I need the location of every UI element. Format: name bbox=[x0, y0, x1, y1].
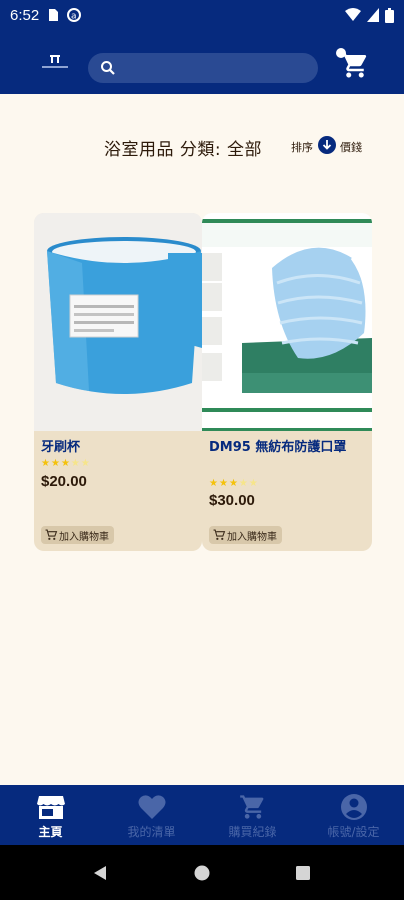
nav-label: 我的清單 bbox=[127, 825, 176, 839]
product-price: $30.00 bbox=[209, 492, 255, 509]
nav-home[interactable]: 主頁 bbox=[0, 785, 101, 845]
nav-label: 帳號/設定 bbox=[327, 825, 380, 839]
product-name[interactable]: DM95 無紡布防護口罩 bbox=[209, 438, 359, 457]
add-to-cart-button[interactable]: 加入購物車 bbox=[41, 526, 114, 544]
star-empty-icon: ★ bbox=[80, 458, 91, 469]
product-card[interactable]: 牙刷杯 ★★★★★ $20.00 加入購物車 bbox=[34, 213, 202, 551]
star-filled-icon: ★ bbox=[41, 458, 51, 469]
heart-icon bbox=[138, 795, 166, 819]
home-icon[interactable] bbox=[194, 865, 210, 881]
search-bar[interactable] bbox=[88, 53, 318, 83]
cart-icon bbox=[240, 795, 264, 819]
star-empty-icon: ★ bbox=[70, 458, 81, 469]
category-header: 浴室用品 分類: 全部 排序 價錢 bbox=[0, 134, 404, 160]
store-icon bbox=[37, 796, 65, 819]
nav-account[interactable]: 帳號/設定 bbox=[303, 785, 404, 845]
wifi-icon bbox=[345, 8, 361, 21]
svg-text:a: a bbox=[71, 12, 77, 22]
star-filled-icon: ★ bbox=[218, 478, 229, 489]
star-filled-icon: ★ bbox=[60, 458, 71, 469]
add-cart-icon bbox=[45, 529, 58, 540]
signal-icon bbox=[367, 8, 379, 22]
star-filled-icon: ★ bbox=[209, 478, 219, 489]
nav-orders[interactable]: 購買紀錄 bbox=[202, 785, 303, 845]
sort-arrow-down-icon[interactable] bbox=[318, 136, 336, 154]
add-to-cart-label: 加入購物車 bbox=[227, 531, 277, 543]
star-filled-icon: ★ bbox=[228, 478, 239, 489]
cart-button[interactable] bbox=[336, 48, 370, 80]
back-icon[interactable] bbox=[92, 865, 108, 881]
add-to-cart-button[interactable]: 加入購物車 bbox=[209, 526, 282, 544]
account-icon bbox=[341, 794, 367, 820]
bottom-navigation: 主頁 我的清單 購買紀錄 帳號/設定 bbox=[0, 785, 404, 845]
status-bar: 6:52 a bbox=[0, 0, 404, 30]
battery-icon bbox=[385, 7, 394, 23]
search-icon bbox=[101, 61, 115, 75]
app-bar bbox=[0, 30, 404, 94]
rating-stars: ★★★★★ bbox=[41, 458, 91, 469]
star-filled-icon: ★ bbox=[50, 458, 61, 469]
product-image-cup[interactable] bbox=[34, 213, 202, 431]
nav-label: 主頁 bbox=[38, 825, 63, 839]
page-title: 浴室用品 分類: 全部 bbox=[104, 140, 263, 160]
sort-value[interactable]: 價錢 bbox=[340, 139, 362, 155]
store-logo[interactable] bbox=[40, 52, 70, 74]
nav-wishlist[interactable]: 我的清單 bbox=[101, 785, 202, 845]
add-cart-icon bbox=[213, 529, 226, 540]
product-price: $20.00 bbox=[41, 473, 87, 490]
product-image-mask[interactable] bbox=[202, 213, 372, 431]
product-name[interactable]: 牙刷杯 bbox=[41, 438, 191, 457]
nav-label: 購買紀錄 bbox=[228, 825, 277, 839]
recents-icon[interactable] bbox=[296, 866, 310, 880]
cart-badge bbox=[336, 48, 346, 58]
status-time: 6:52 bbox=[10, 6, 40, 24]
star-empty-icon: ★ bbox=[248, 478, 259, 489]
product-card[interactable]: DM95 無紡布防護口罩 ★★★★★ $30.00 加入購物車 bbox=[202, 213, 372, 551]
no-disturb-icon: a bbox=[67, 8, 82, 22]
sort-label: 排序 bbox=[291, 141, 313, 154]
sim-icon bbox=[49, 9, 59, 21]
add-to-cart-label: 加入購物車 bbox=[59, 531, 109, 543]
star-empty-icon: ★ bbox=[238, 478, 249, 489]
rating-stars: ★★★★★ bbox=[209, 478, 259, 489]
system-navigation-bar bbox=[0, 845, 404, 900]
